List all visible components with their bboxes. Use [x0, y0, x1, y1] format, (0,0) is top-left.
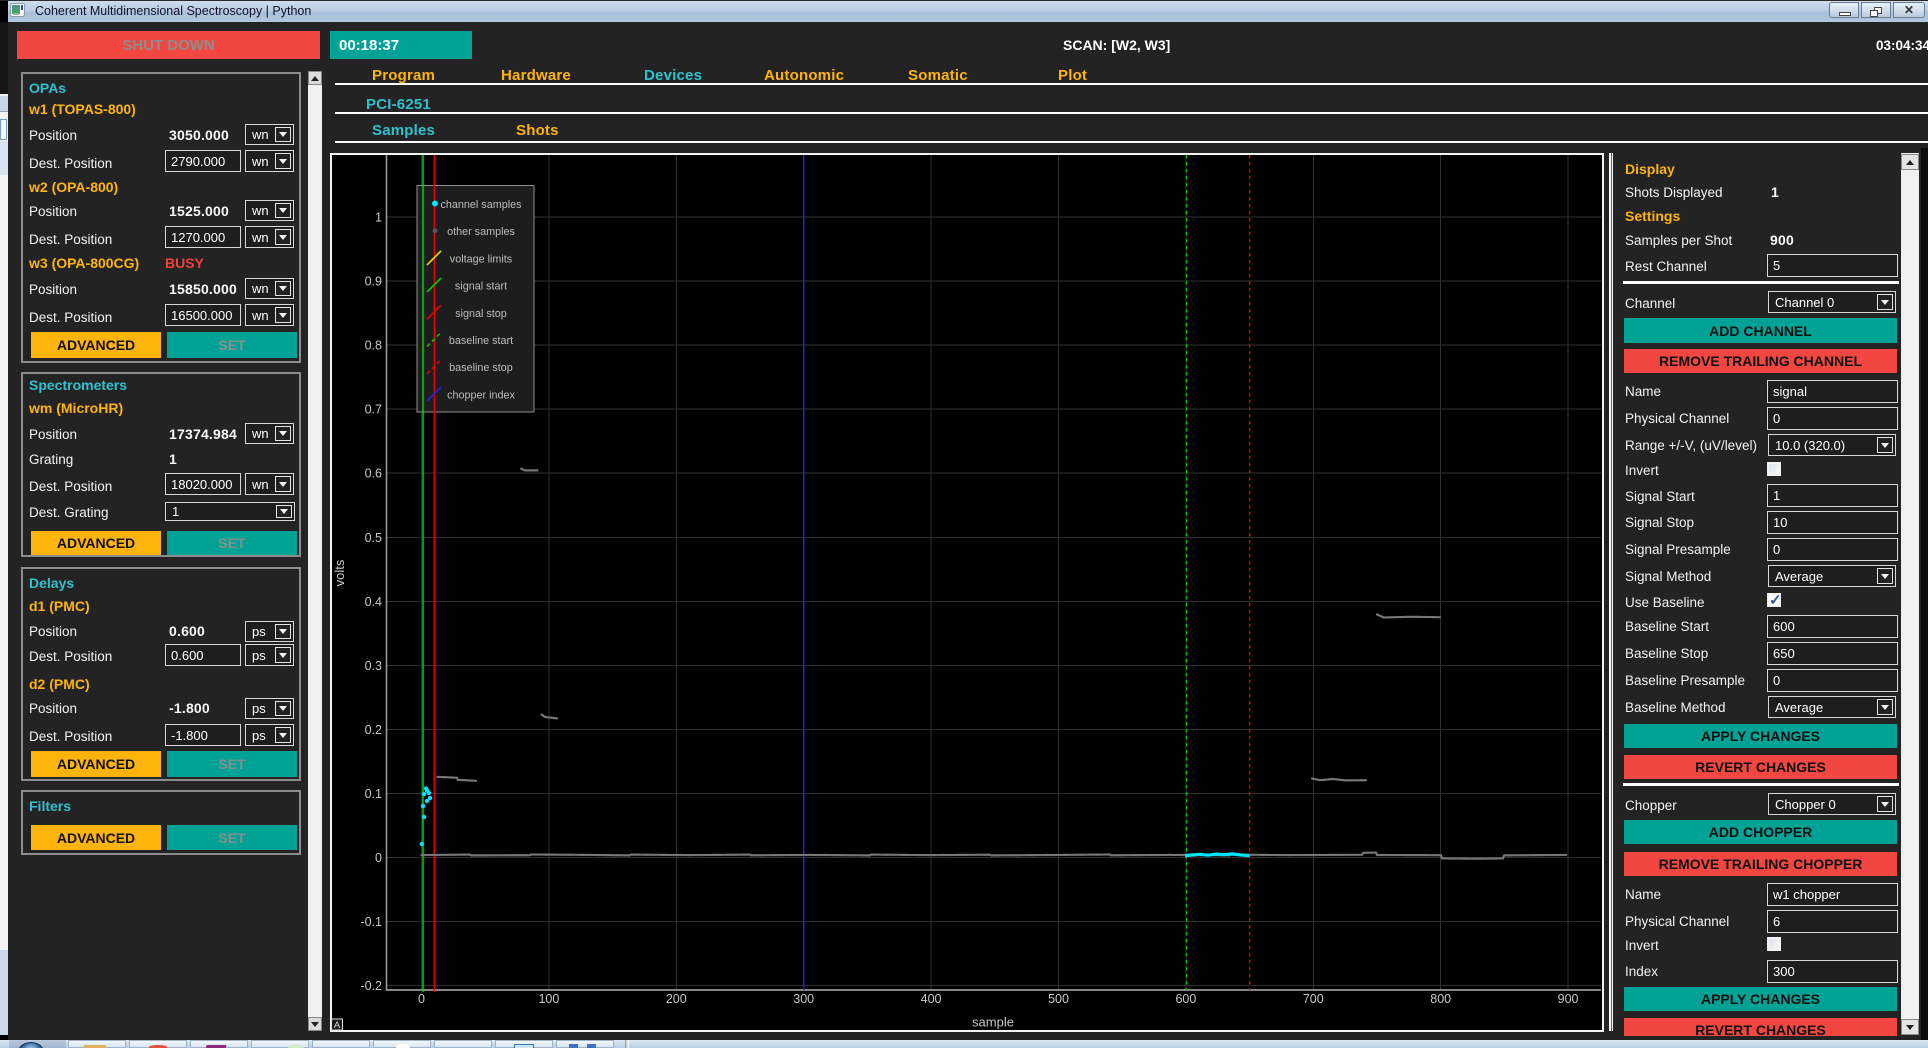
svg-text:700: 700	[1303, 992, 1324, 1006]
svg-text:0: 0	[418, 992, 425, 1006]
svg-text:sample: sample	[972, 1015, 1014, 1030]
svg-text:300: 300	[793, 992, 814, 1006]
svg-text:0.3: 0.3	[365, 659, 382, 673]
svg-text:volts: volts	[332, 559, 347, 586]
svg-text:0.6: 0.6	[365, 467, 382, 481]
svg-text:0: 0	[375, 851, 382, 865]
svg-text:800: 800	[1430, 992, 1451, 1006]
svg-text:400: 400	[921, 992, 942, 1006]
svg-text:-0.1: -0.1	[360, 915, 382, 929]
svg-text:200: 200	[666, 992, 687, 1006]
svg-text:0.7: 0.7	[365, 403, 382, 417]
svg-text:0.4: 0.4	[365, 595, 382, 609]
svg-text:baseline start: baseline start	[449, 335, 513, 347]
svg-text:baseline stop: baseline stop	[449, 362, 513, 374]
svg-text:channel samples: channel samples	[440, 199, 522, 211]
svg-text:voltage limits: voltage limits	[450, 253, 513, 265]
svg-text:0.2: 0.2	[365, 723, 382, 737]
svg-text:A: A	[334, 1020, 341, 1031]
svg-text:1: 1	[375, 211, 382, 225]
svg-text:signal stop: signal stop	[455, 308, 507, 320]
svg-text:100: 100	[538, 992, 559, 1006]
svg-text:chopper index: chopper index	[447, 389, 515, 401]
svg-text:-0.2: -0.2	[360, 979, 382, 993]
svg-text:900: 900	[1558, 992, 1579, 1006]
svg-text:0.5: 0.5	[365, 531, 382, 545]
svg-text:other samples: other samples	[447, 226, 515, 238]
svg-text:0.8: 0.8	[365, 339, 382, 353]
svg-text:0.9: 0.9	[365, 275, 382, 289]
svg-text:500: 500	[1048, 992, 1069, 1006]
svg-text:signal start: signal start	[455, 281, 507, 293]
svg-text:0.1: 0.1	[365, 787, 382, 801]
svg-text:600: 600	[1175, 992, 1196, 1006]
